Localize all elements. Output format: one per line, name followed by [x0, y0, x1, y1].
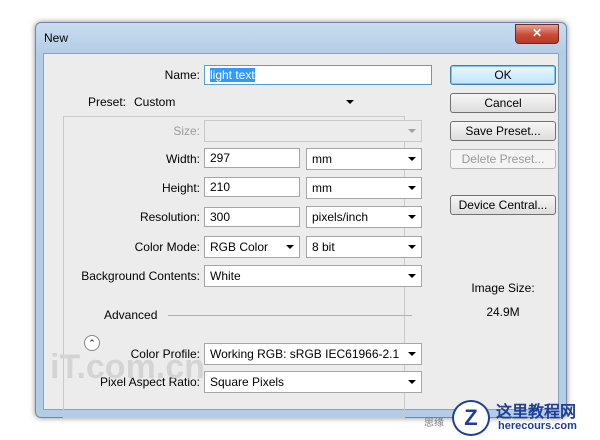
pixel-aspect-ratio-select[interactable]: Square Pixels: [204, 371, 422, 393]
advanced-divider: [168, 315, 412, 316]
resolution-input[interactable]: 300: [204, 207, 300, 227]
color-mode-label: Color Mode:: [134, 240, 200, 254]
height-label: Height:: [161, 181, 200, 195]
image-size-label: Image Size:: [471, 281, 535, 295]
chevron-down-icon: [408, 380, 416, 384]
dialog-title: New: [44, 31, 69, 45]
cancel-button[interactable]: Cancel: [450, 93, 556, 113]
site-logo-icon: Z: [452, 400, 490, 436]
site-url: herecours.com: [498, 420, 577, 432]
resolution-input-value: 300: [210, 210, 231, 224]
pixel-aspect-ratio-value: Square Pixels: [210, 375, 285, 389]
site-logo: Z 这里教程网 herecours.com: [452, 396, 596, 436]
resolution-unit-value: pixels/inch: [312, 210, 369, 224]
width-input[interactable]: 297: [204, 148, 300, 168]
chevron-down-icon: [286, 245, 294, 249]
chevron-down-icon: [408, 274, 416, 278]
height-input-value: 210: [210, 180, 231, 194]
close-icon: ✕: [531, 26, 543, 40]
height-unit-select[interactable]: mm: [306, 177, 422, 199]
chevron-down-icon: [346, 100, 354, 104]
chevron-down-icon: [408, 129, 416, 133]
background-contents-value: White: [210, 269, 241, 283]
name-input[interactable]: light text: [204, 65, 432, 85]
height-input[interactable]: 210: [204, 177, 300, 197]
color-mode-value: RGB Color: [210, 240, 269, 254]
size-select: [204, 120, 422, 142]
resolution-label: Resolution:: [139, 210, 200, 224]
size-label: Size:: [173, 124, 200, 138]
resolution-unit-select[interactable]: pixels/inch: [306, 206, 422, 228]
name-label: Name:: [164, 68, 200, 82]
chevron-down-icon: [408, 352, 416, 356]
background-contents-select[interactable]: White: [204, 265, 422, 287]
preset-select[interactable]: Custom: [129, 92, 359, 114]
close-button[interactable]: ✕: [515, 24, 559, 44]
width-unit-value: mm: [312, 152, 332, 166]
device-central-button[interactable]: Device Central...: [450, 195, 556, 215]
color-mode-select[interactable]: RGB Color: [204, 236, 300, 258]
watermark-partial: 思缘: [424, 418, 444, 429]
name-input-value: light text: [210, 68, 255, 82]
preset-select-value: Custom: [134, 95, 176, 109]
site-name: 这里教程网: [496, 404, 577, 421]
chevron-down-icon: [408, 215, 416, 219]
advanced-label[interactable]: Advanced: [104, 305, 157, 325]
width-unit-select[interactable]: mm: [306, 148, 422, 170]
chevron-down-icon: [408, 245, 416, 249]
watermark-left: iT.com.cn: [50, 348, 205, 386]
color-profile-value: Working RGB: sRGB IEC61966-2.1: [210, 347, 400, 361]
width-label: Width:: [165, 152, 200, 166]
save-preset-button[interactable]: Save Preset...: [450, 121, 556, 141]
bit-depth-value: 8 bit: [312, 240, 335, 254]
width-input-value: 297: [210, 151, 231, 165]
ok-button[interactable]: OK: [450, 65, 556, 85]
background-contents-label: Background Contents:: [81, 269, 200, 283]
height-unit-value: mm: [312, 181, 332, 195]
preset-label: Preset:: [74, 92, 128, 112]
chevron-down-icon: [408, 186, 416, 190]
image-size-value: 24.9M: [486, 305, 520, 319]
color-profile-select[interactable]: Working RGB: sRGB IEC61966-2.1: [204, 343, 422, 365]
bit-depth-select[interactable]: 8 bit: [306, 236, 422, 258]
chevron-down-icon: [408, 157, 416, 161]
delete-preset-button: Delete Preset...: [450, 149, 556, 169]
